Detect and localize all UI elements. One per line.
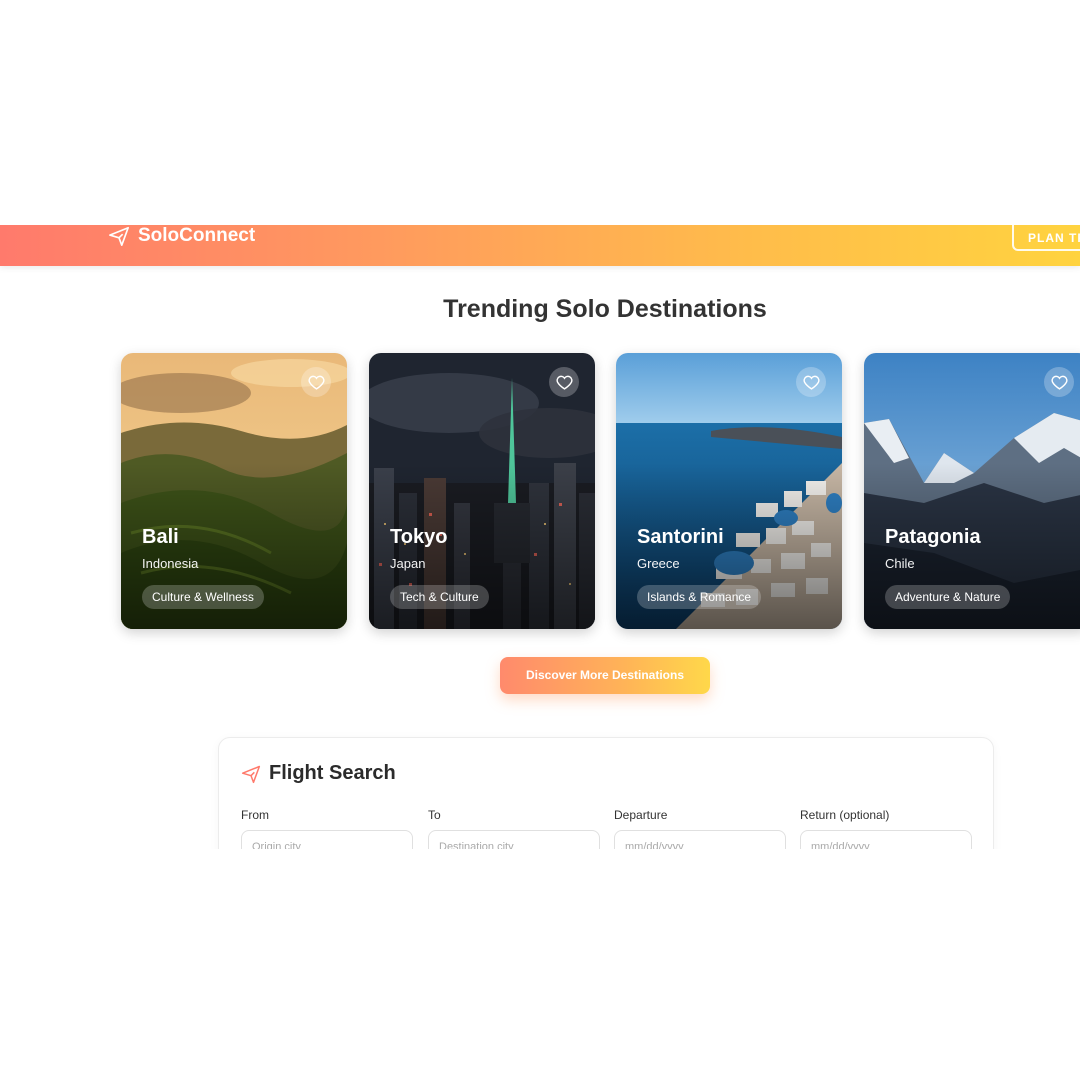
destination-country: Chile — [885, 556, 915, 571]
destination-card-patagonia[interactable]: Patagonia Chile Adventure & Nature — [864, 353, 1080, 629]
app-name: SoloConnect — [138, 225, 256, 246]
return-label: Return (optional) — [800, 808, 890, 822]
favorite-button[interactable] — [1044, 367, 1074, 397]
plane-icon — [109, 226, 129, 246]
destination-country: Japan — [390, 556, 426, 571]
destination-name: Bali — [142, 526, 179, 548]
destination-country: Greece — [637, 556, 680, 571]
return-input[interactable] — [800, 830, 972, 849]
destination-name: Patagonia — [885, 526, 981, 548]
destination-tag: Tech & Culture — [390, 585, 489, 609]
brand-logo[interactable]: SoloConnect — [108, 225, 255, 247]
destination-tag: Adventure & Nature — [885, 585, 1011, 609]
flight-search-title: Flight Search — [241, 762, 396, 785]
flight-search-title-text: Flight Search — [269, 762, 396, 784]
departure-input[interactable] — [614, 830, 786, 849]
discover-more-button[interactable]: Discover More Destinations — [500, 657, 710, 694]
heart-icon — [1051, 375, 1067, 390]
destination-name: Santorini — [637, 526, 724, 548]
from-input[interactable] — [241, 830, 413, 849]
flight-search-panel: Flight Search From To Departure Return (… — [218, 737, 994, 849]
from-label: From — [241, 808, 269, 822]
to-input[interactable] — [428, 830, 600, 849]
destination-tag: Islands & Romance — [637, 585, 762, 609]
top-header: SoloConnect PLAN TRIP — [0, 225, 1080, 266]
destination-card-tokyo[interactable]: Tokyo Japan Tech & Culture — [369, 353, 595, 629]
favorite-button[interactable] — [301, 367, 331, 397]
browser-viewport: SoloConnect PLAN TRIP Trending Solo Dest… — [0, 225, 1080, 849]
destination-card-santorini[interactable]: Santorini Greece Islands & Romance — [616, 353, 842, 629]
departure-label: Departure — [614, 808, 668, 822]
plan-trip-button[interactable]: PLAN TRIP — [1012, 225, 1080, 251]
plane-icon — [241, 765, 261, 783]
destination-country: Indonesia — [142, 556, 199, 571]
heart-icon — [308, 375, 324, 390]
destination-name: Tokyo — [390, 526, 448, 548]
favorite-button[interactable] — [549, 367, 579, 397]
to-label: To — [428, 808, 441, 822]
destination-tag: Culture & Wellness — [142, 585, 264, 609]
section-title: Trending Solo Destinations — [443, 295, 767, 323]
destination-card-bali[interactable]: Bali Indonesia Culture & Wellness — [121, 353, 347, 629]
heart-icon — [803, 375, 819, 390]
heart-icon — [556, 375, 572, 390]
favorite-button[interactable] — [796, 367, 826, 397]
